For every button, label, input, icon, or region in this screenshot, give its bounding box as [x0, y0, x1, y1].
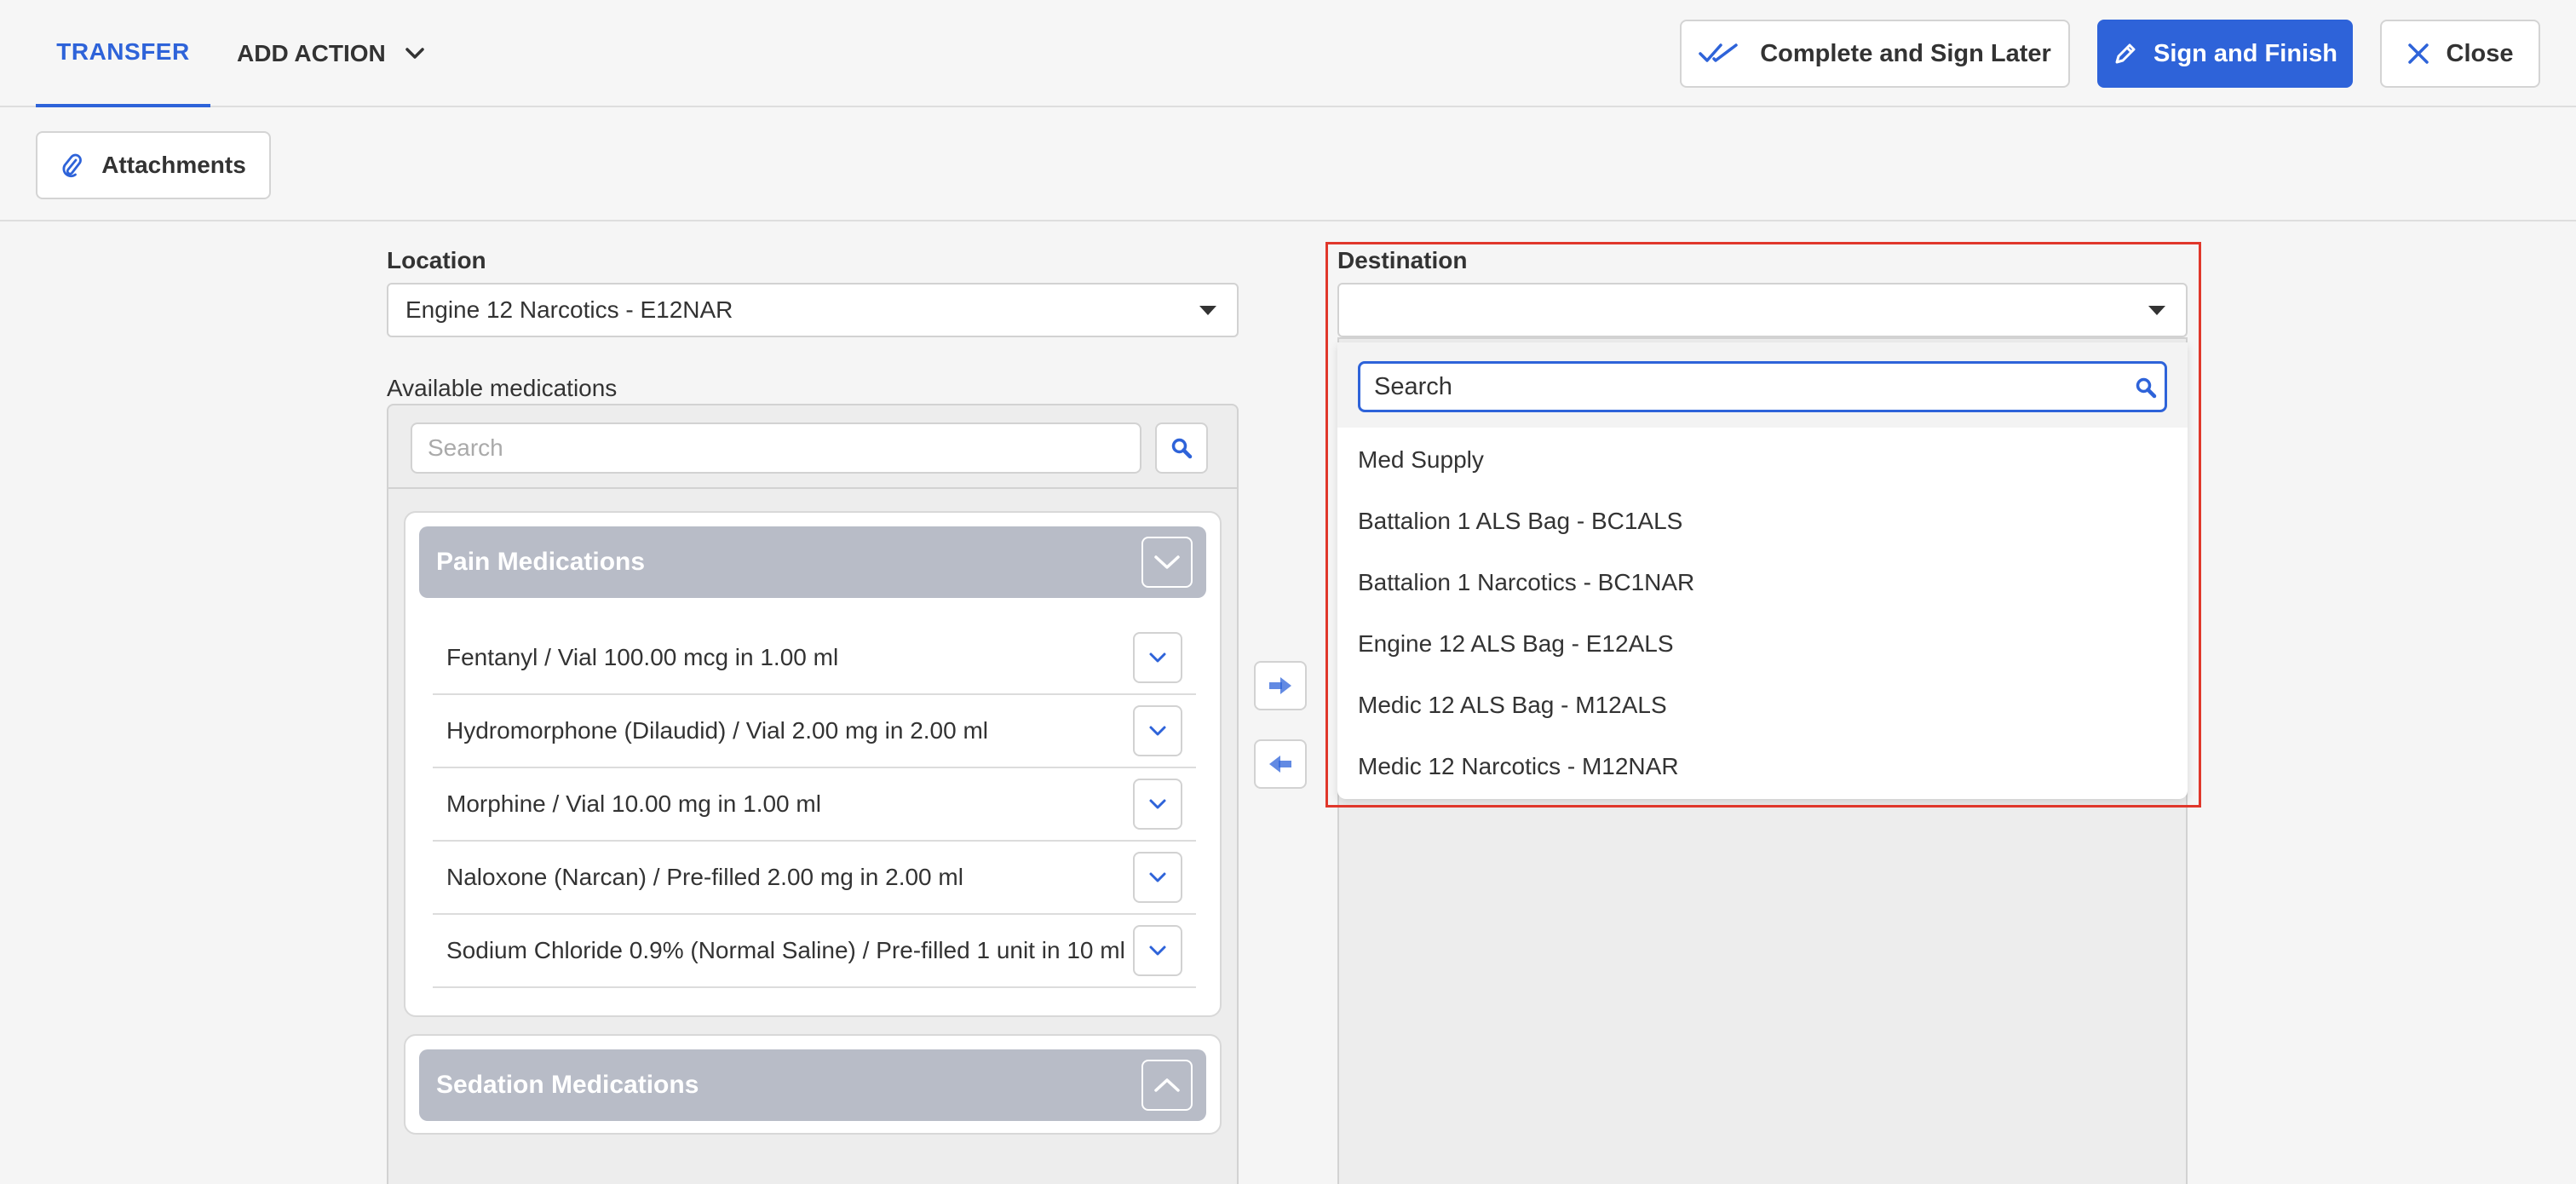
destination-option[interactable]: Medic 12 ALS Bag - M12ALS	[1337, 675, 2188, 736]
complete-and-sign-later-button[interactable]: Complete and Sign Later	[1680, 20, 2070, 88]
attachments-button[interactable]: Attachments	[36, 131, 271, 199]
close-button[interactable]: Close	[2380, 20, 2540, 88]
double-check-icon	[1699, 43, 1738, 62]
caret-down-icon	[2148, 306, 2165, 315]
chevron-down-icon	[1154, 555, 1180, 569]
available-search-input[interactable]	[411, 422, 1141, 474]
complete-and-sign-later-label: Complete and Sign Later	[1760, 39, 2051, 67]
dropdown-search-wrap	[1337, 342, 2188, 428]
group-header-sedation-medications[interactable]: Sedation Medications	[419, 1049, 1206, 1121]
medication-expand-button[interactable]	[1133, 925, 1182, 976]
group-title: Sedation Medications	[436, 1071, 699, 1099]
pen-icon	[2115, 43, 2136, 64]
medication-expand-button[interactable]	[1133, 779, 1182, 830]
search-icon	[2136, 377, 2157, 399]
close-label: Close	[2446, 39, 2514, 67]
medication-expand-button[interactable]	[1133, 705, 1182, 756]
search-icon	[1171, 438, 1193, 459]
medication-expand-button[interactable]	[1133, 632, 1182, 683]
sign-and-finish-button[interactable]: Sign and Finish	[2097, 20, 2353, 88]
tab-transfer[interactable]: TRANSFER	[36, 0, 210, 107]
chevron-down-icon	[1149, 945, 1166, 956]
location-label: Location	[387, 247, 486, 273]
caret-down-icon	[1199, 306, 1216, 315]
chevron-down-icon	[1149, 799, 1166, 809]
medication-name: Naloxone (Narcan) / Pre-filled 2.00 mg i…	[446, 864, 963, 890]
destination-dropdown: Med Supply Battalion 1 ALS Bag - BC1ALS …	[1337, 342, 2188, 799]
available-search-button[interactable]	[1155, 422, 1208, 474]
group-pain-medications: Pain Medications Fentanyl / Vial 100.00 …	[404, 511, 1222, 1017]
destination-option[interactable]: Battalion 1 ALS Bag - BC1ALS	[1337, 491, 2188, 552]
destination-option[interactable]: Med Supply	[1337, 429, 2188, 491]
available-search-row	[388, 405, 1237, 489]
medication-name: Sodium Chloride 0.9% (Normal Saline) / P…	[446, 937, 1125, 963]
destination-option[interactable]: Engine 12 ALS Bag - E12ALS	[1337, 613, 2188, 675]
attachments-label: Attachments	[101, 152, 246, 178]
paperclip-icon	[62, 153, 83, 178]
top-bar: TRANSFER ADD ACTION Complete and Sign La…	[0, 0, 2576, 107]
chevron-down-icon	[1149, 872, 1166, 882]
group-title: Pain Medications	[436, 548, 646, 576]
destination-label: Destination	[1337, 247, 1468, 273]
move-left-button[interactable]	[1254, 739, 1307, 789]
medication-name: Morphine / Vial 10.00 mg in 1.00 ml	[446, 790, 821, 817]
destination-search-input[interactable]	[1358, 361, 2167, 412]
chevron-down-icon	[1149, 726, 1166, 736]
sign-and-finish-label: Sign and Finish	[2153, 39, 2337, 67]
medication-expand-button[interactable]	[1133, 852, 1182, 903]
tab-add-action-label: ADD ACTION	[237, 40, 386, 66]
destination-option[interactable]: Medic 12 Narcotics - M12NAR	[1337, 736, 2188, 797]
medication-name: Fentanyl / Vial 100.00 mcg in 1.00 ml	[446, 644, 839, 670]
close-icon	[2407, 43, 2429, 64]
collapse-toggle-button[interactable]	[1141, 537, 1193, 588]
medication-row[interactable]: Hydromorphone (Dilaudid) / Vial 2.00 mg …	[433, 695, 1196, 768]
group-header-pain-medications[interactable]: Pain Medications	[419, 526, 1206, 598]
arrow-right-icon	[1269, 677, 1291, 694]
chevron-down-icon	[405, 48, 424, 59]
tab-add-action[interactable]: ADD ACTION	[237, 0, 425, 107]
available-medications-panel: Pain Medications Fentanyl / Vial 100.00 …	[387, 404, 1239, 1184]
expand-toggle-button[interactable]	[1141, 1060, 1193, 1111]
chevron-up-icon	[1154, 1078, 1180, 1092]
move-right-button[interactable]	[1254, 661, 1307, 710]
chevron-down-icon	[1149, 652, 1166, 663]
medication-row[interactable]: Morphine / Vial 10.00 mg in 1.00 ml	[433, 768, 1196, 842]
medication-row[interactable]: Naloxone (Narcan) / Pre-filled 2.00 mg i…	[433, 842, 1196, 915]
destination-select[interactable]	[1337, 283, 2188, 337]
medication-row[interactable]: Fentanyl / Vial 100.00 mcg in 1.00 ml	[433, 622, 1196, 695]
sub-toolbar: Attachments	[0, 107, 2576, 221]
destination-option[interactable]: Battalion 1 Narcotics - BC1NAR	[1337, 552, 2188, 613]
medication-name: Hydromorphone (Dilaudid) / Vial 2.00 mg …	[446, 717, 989, 744]
available-medications-label: Available medications	[387, 375, 618, 401]
group-sedation-medications: Sedation Medications	[404, 1034, 1222, 1135]
location-select[interactable]: Engine 12 Narcotics - E12NAR	[387, 283, 1239, 337]
medication-row[interactable]: Sodium Chloride 0.9% (Normal Saline) / P…	[433, 915, 1196, 988]
location-value: Engine 12 Narcotics - E12NAR	[405, 296, 733, 323]
arrow-left-icon	[1269, 756, 1291, 773]
